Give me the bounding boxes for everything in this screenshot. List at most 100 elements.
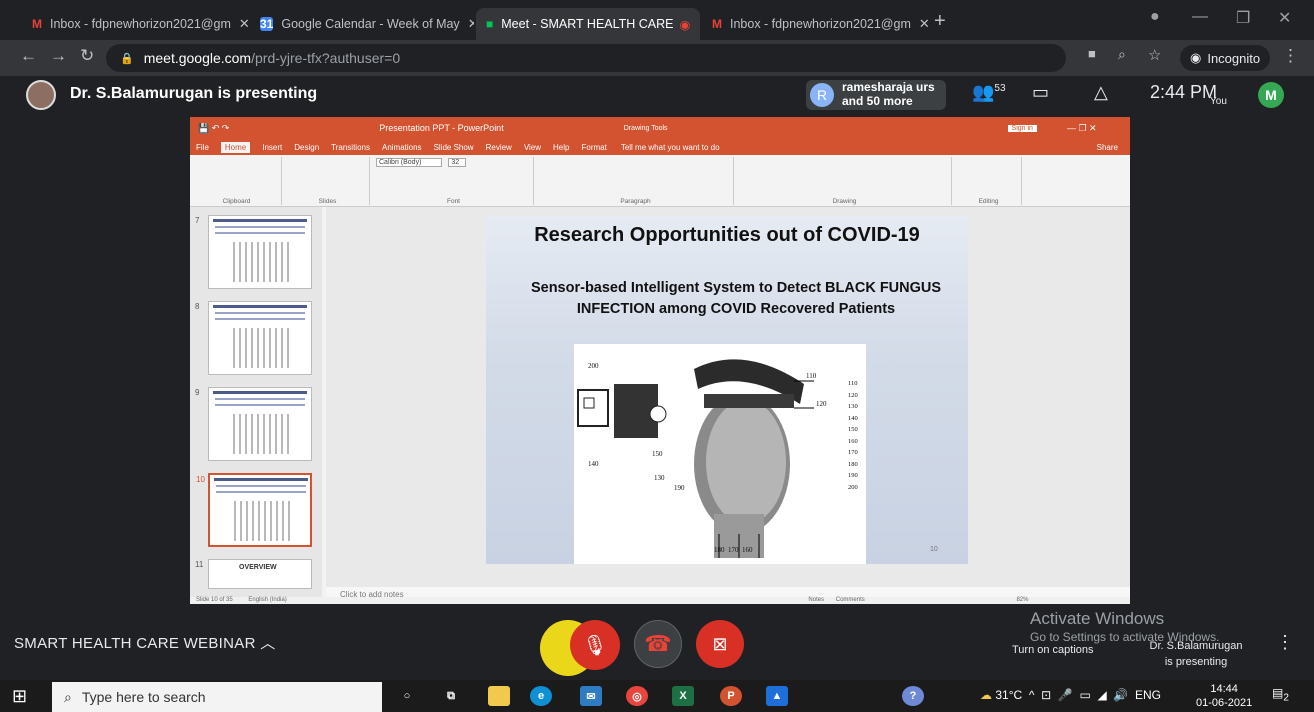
meeting-clock: 2:44 PM <box>1150 82 1218 102</box>
tab-meet[interactable]: ■ Meet - SMART HEALTH CARE ◉ ✕ <box>476 8 700 40</box>
presenting-button[interactable]: Dr. S.Balamurugan is presenting <box>1146 638 1246 670</box>
ribbon-tab-slideshow[interactable]: Slide Show <box>434 143 474 152</box>
activities-icon[interactable]: △ <box>1094 82 1108 103</box>
ribbon-group-editing[interactable]: Editing <box>956 157 1022 205</box>
ribbon-group-clipboard[interactable]: Clipboard <box>192 157 282 205</box>
windows-start-icon[interactable]: ⊞ <box>12 686 27 707</box>
sign-in-button[interactable]: Sign in <box>1007 124 1037 132</box>
fig-bottom-labels: 180 170 160 <box>714 546 753 554</box>
tab-title: Google Calendar - Week of May <box>281 17 460 31</box>
photos-icon[interactable]: ▲ <box>766 686 788 706</box>
close-icon[interactable]: ✕ <box>231 16 248 32</box>
ribbon-tab-design[interactable]: Design <box>294 143 319 152</box>
address-bar[interactable]: 🔒 meet.google.com/prd-yjre-tfx?authuser=… <box>106 44 1066 72</box>
font-name-box[interactable]: Calibri (Body) <box>376 158 443 167</box>
mail-icon[interactable]: ✉ <box>580 686 602 706</box>
zoom-icon[interactable]: ⌕ <box>1118 46 1126 63</box>
chat-icon[interactable]: ▭ <box>1032 82 1049 103</box>
ribbon-tab-animations[interactable]: Animations <box>382 143 422 152</box>
recording-dot-icon: ◉ <box>679 17 691 32</box>
cortana-icon[interactable]: ○ <box>396 686 418 706</box>
restore-icon[interactable]: ❐ <box>1236 8 1250 28</box>
window-close-icon[interactable]: ✕ <box>1278 8 1291 28</box>
fig-label: 130 <box>654 474 665 482</box>
ribbon-group-drawing[interactable]: Drawing <box>738 157 952 205</box>
pp-window-controls[interactable]: — ❐ ✕ <box>1067 123 1097 134</box>
tab-gmail-1[interactable]: M Inbox - fdpnewhorizon2021@gm ✕ <box>22 8 248 40</box>
meeting-name[interactable]: SMART HEALTH CARE WEBINAR ︿ <box>14 632 276 653</box>
slide-thumb-8[interactable]: 8 <box>195 301 312 375</box>
profile-icon[interactable]: ● <box>1150 8 1160 26</box>
context-tab: Drawing Tools <box>623 124 668 132</box>
gmail-icon: M <box>712 17 722 31</box>
ribbon-tab-insert[interactable]: Insert <box>262 143 282 152</box>
tab-title: Meet - SMART HEALTH CARE <box>501 17 674 31</box>
minimize-icon[interactable]: — <box>1192 8 1208 26</box>
ribbon-group-font[interactable]: Calibri (Body) 32 Font <box>374 157 534 205</box>
file-explorer-icon[interactable] <box>488 686 510 706</box>
taskbar-clock[interactable]: 14:44 01-06-2021 <box>1196 682 1252 710</box>
camera-toggle-button[interactable]: ⊠ <box>696 620 744 668</box>
mic-off-icon: 🎙 <box>582 634 608 657</box>
tab-gmail-2[interactable]: M Inbox - fdpnewhorizon2021@gm ✕ <box>702 8 928 40</box>
slide-subtitle[interactable]: Sensor-based Intelligent System to Detec… <box>526 278 946 320</box>
ribbon-tab-help[interactable]: Help <box>553 143 569 152</box>
ribbon-tab-view[interactable]: View <box>524 143 541 152</box>
new-tab-button[interactable]: + <box>934 10 946 33</box>
edge-icon[interactable]: e <box>530 686 552 706</box>
powerpoint-icon[interactable]: P <box>720 686 742 706</box>
excel-icon[interactable]: X <box>672 686 694 706</box>
captions-button[interactable]: Turn on captions <box>1012 644 1094 656</box>
notes-toggle[interactable]: Notes <box>808 597 824 603</box>
gmail-icon: M <box>32 17 42 31</box>
slide-thumb-11[interactable]: 11 OVERVIEW <box>195 559 312 589</box>
ribbon-tab-transitions[interactable]: Transitions <box>331 143 370 152</box>
ribbon-tab-format[interactable]: Format <box>581 143 606 152</box>
people-icon[interactable]: 👥53 <box>972 82 1006 103</box>
help-icon[interactable]: ? <box>902 686 924 706</box>
slide-page-number: 10 <box>930 546 938 553</box>
chrome-icon[interactable]: ◎ <box>626 686 648 706</box>
close-icon[interactable]: ✕ <box>911 16 928 32</box>
more-options-icon[interactable]: ⋮ <box>1276 632 1294 653</box>
close-icon[interactable]: ✕ <box>690 16 700 32</box>
notification-icon[interactable]: ▤2 <box>1272 686 1289 703</box>
leave-call-button[interactable]: ☎ <box>634 620 682 668</box>
task-view-icon[interactable]: ⧉ <box>440 686 462 706</box>
comments-toggle[interactable]: Comments <box>836 597 865 603</box>
taskbar-search[interactable]: ⌕ Type here to search <box>52 682 382 712</box>
search-icon: ⌕ <box>64 688 72 705</box>
star-icon[interactable]: ☆ <box>1148 46 1161 64</box>
current-slide[interactable]: Research Opportunities out of COVID-19 S… <box>486 216 968 564</box>
ribbon-tab-home[interactable]: Home <box>220 141 251 153</box>
slide-counter: Slide 10 of 35 <box>196 597 233 603</box>
incognito-badge[interactable]: ◉ Incognito <box>1180 45 1271 71</box>
participant-more: and 50 more <box>842 94 913 108</box>
ribbon-tab-review[interactable]: Review <box>486 143 512 152</box>
forward-icon[interactable]: → <box>50 46 67 66</box>
system-tray[interactable]: ☁ 31°C ^ ⊡ 🎤 ▭ ◢ 🔊 ENG <box>980 688 1161 702</box>
people-count: 53 <box>994 83 1006 94</box>
font-size-box[interactable]: 32 <box>448 158 467 167</box>
ribbon-group-slides[interactable]: Slides <box>286 157 370 205</box>
slide-title: Research Opportunities out of COVID-19 <box>534 224 920 246</box>
close-icon[interactable]: ✕ <box>460 16 474 32</box>
participant-name: ramesharaja urs <box>842 80 935 94</box>
self-avatar[interactable]: M <box>1258 82 1284 108</box>
menu-icon[interactable]: ⋮ <box>1282 46 1299 66</box>
slide-thumb-9[interactable]: 9 <box>195 387 312 461</box>
ribbon-group-paragraph[interactable]: Paragraph <box>538 157 734 205</box>
save-icon[interactable]: 💾 ↶ ↷ <box>198 123 229 134</box>
ribbon-tab-file[interactable]: File <box>196 143 209 152</box>
mic-toggle-button[interactable]: 🎙 <box>570 620 620 670</box>
reload-icon[interactable]: ↻ <box>80 46 94 66</box>
zoom-level[interactable]: 82% <box>1016 597 1028 603</box>
tab-calendar[interactable]: 31 Google Calendar - Week of May ✕ <box>250 8 474 40</box>
camera-icon[interactable]: ■ <box>1088 46 1096 61</box>
share-button[interactable]: Share <box>1097 143 1118 152</box>
incognito-label: Incognito <box>1207 50 1261 66</box>
slide-thumb-10[interactable]: 10 <box>196 473 312 547</box>
slide-thumb-7[interactable]: 7 <box>195 215 312 289</box>
back-icon[interactable]: ← <box>20 46 37 66</box>
tell-me-box[interactable]: Tell me what you want to do <box>621 143 720 152</box>
